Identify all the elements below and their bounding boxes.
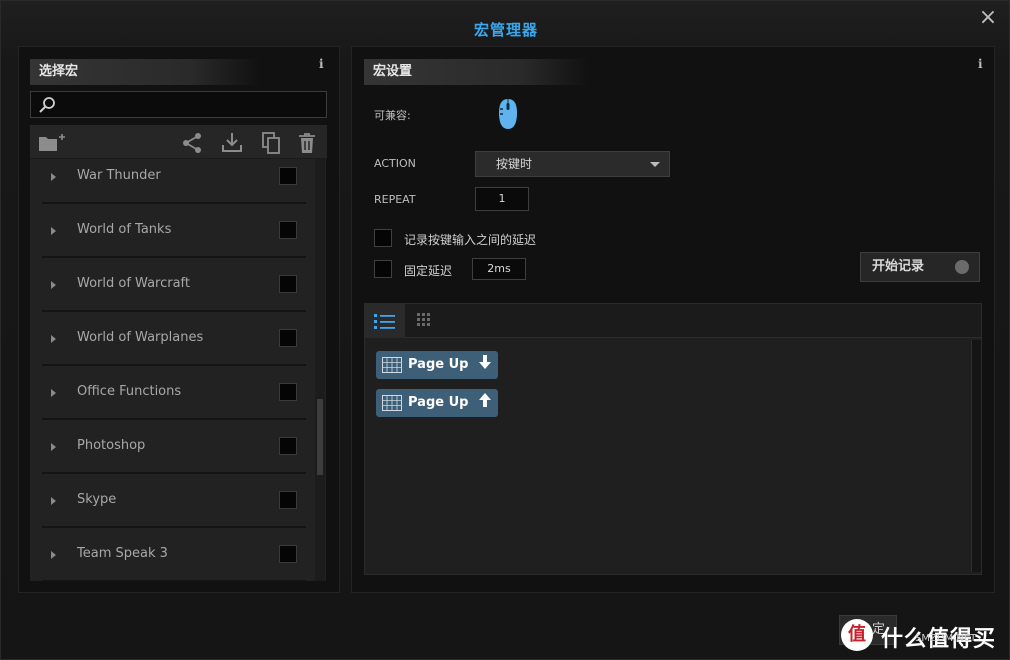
record-delay-label: 记录按键输入之间的延迟 bbox=[404, 233, 537, 247]
expand-arrow-icon[interactable] bbox=[51, 528, 61, 581]
window-title: 宏管理器 bbox=[473, 21, 538, 39]
item-checkbox[interactable] bbox=[279, 329, 297, 347]
macro-toolbar bbox=[30, 125, 327, 159]
list-item[interactable]: World of Warcraft bbox=[42, 258, 306, 312]
watermark-logo: 值 bbox=[841, 619, 873, 651]
select-macro-panel: 选择宏 i War Thunder World of Tanks World o… bbox=[18, 46, 340, 593]
action-select[interactable]: 按键时 bbox=[475, 151, 670, 177]
share-icon[interactable] bbox=[180, 132, 204, 154]
action-label: ACTION bbox=[374, 157, 416, 170]
item-checkbox[interactable] bbox=[279, 383, 297, 401]
search-box bbox=[30, 91, 327, 118]
info-icon[interactable]: i bbox=[978, 57, 983, 71]
list-view-tab[interactable] bbox=[365, 304, 405, 338]
macro-events-area: Page Up Page Up bbox=[364, 303, 982, 575]
copy-icon[interactable] bbox=[259, 132, 283, 154]
view-tabs bbox=[365, 304, 981, 338]
repeat-label: REPEAT bbox=[374, 193, 416, 206]
expand-arrow-icon[interactable] bbox=[51, 366, 61, 420]
grid-view-icon bbox=[417, 313, 430, 326]
arrow-down-icon bbox=[478, 355, 491, 369]
expand-arrow-icon[interactable] bbox=[51, 474, 61, 528]
fixed-delay-checkbox[interactable] bbox=[374, 260, 392, 278]
list-item[interactable]: War Thunder bbox=[42, 159, 306, 204]
macro-list: War Thunder World of Tanks World of Warc… bbox=[30, 159, 326, 581]
watermark-site: SMZDM.NET bbox=[915, 633, 977, 644]
list-item[interactable]: Team Speak 3 bbox=[42, 528, 306, 581]
expand-arrow-icon[interactable] bbox=[51, 312, 61, 366]
macro-settings-panel: 宏设置 i 可兼容: ACTION 按键时 REPEAT 1 记录按键输入之间的… bbox=[351, 46, 995, 593]
record-indicator-icon bbox=[955, 260, 969, 274]
item-checkbox[interactable] bbox=[279, 221, 297, 239]
search-input[interactable] bbox=[59, 95, 319, 115]
new-folder-icon[interactable] bbox=[38, 132, 65, 154]
arrow-up-icon bbox=[478, 393, 491, 407]
item-checkbox[interactable] bbox=[279, 491, 297, 509]
macro-manager-window: 宏管理器 × 选择宏 i War Thunder World of Tanks … bbox=[0, 0, 1010, 660]
list-item[interactable]: World of Warplanes bbox=[42, 312, 306, 366]
trash-icon[interactable] bbox=[296, 132, 320, 154]
info-icon[interactable]: i bbox=[319, 57, 324, 71]
key-event-item[interactable]: Page Up bbox=[376, 389, 498, 417]
expand-arrow-icon[interactable] bbox=[51, 258, 61, 312]
close-button[interactable]: × bbox=[977, 7, 999, 29]
fixed-delay-label: 固定延迟 bbox=[404, 264, 453, 278]
list-item[interactable]: Skype bbox=[42, 474, 306, 528]
list-item[interactable]: Photoshop bbox=[42, 420, 306, 474]
list-item[interactable]: World of Tanks bbox=[42, 204, 306, 258]
keyboard-icon bbox=[382, 357, 402, 373]
search-icon bbox=[39, 97, 55, 113]
start-record-button[interactable]: 开始记录 bbox=[860, 252, 980, 282]
select-macro-header: 选择宏 bbox=[30, 59, 260, 85]
macro-settings-header: 宏设置 bbox=[364, 59, 589, 85]
list-scrollbar[interactable] bbox=[315, 159, 325, 581]
scroll-thumb[interactable] bbox=[317, 399, 323, 475]
repeat-input[interactable]: 1 bbox=[475, 187, 529, 211]
record-delay-checkbox[interactable] bbox=[374, 229, 392, 247]
keyboard-icon bbox=[382, 395, 402, 411]
expand-arrow-icon[interactable] bbox=[51, 420, 61, 474]
download-icon[interactable] bbox=[220, 132, 244, 154]
key-event-item[interactable]: Page Up bbox=[376, 351, 498, 379]
item-checkbox[interactable] bbox=[279, 167, 297, 185]
item-checkbox[interactable] bbox=[279, 545, 297, 563]
events-scrollbar[interactable] bbox=[971, 340, 981, 572]
list-view-icon bbox=[374, 314, 395, 329]
fixed-delay-input[interactable]: 2ms bbox=[472, 258, 526, 280]
compatible-label: 可兼容: bbox=[374, 109, 411, 122]
list-item[interactable]: Office Functions bbox=[42, 366, 306, 420]
item-checkbox[interactable] bbox=[279, 437, 297, 455]
item-checkbox[interactable] bbox=[279, 275, 297, 293]
chevron-down-icon bbox=[650, 162, 660, 167]
expand-arrow-icon[interactable] bbox=[51, 204, 61, 258]
mouse-icon bbox=[499, 99, 517, 129]
expand-arrow-icon[interactable] bbox=[51, 159, 61, 204]
grid-view-tab[interactable] bbox=[405, 304, 445, 338]
